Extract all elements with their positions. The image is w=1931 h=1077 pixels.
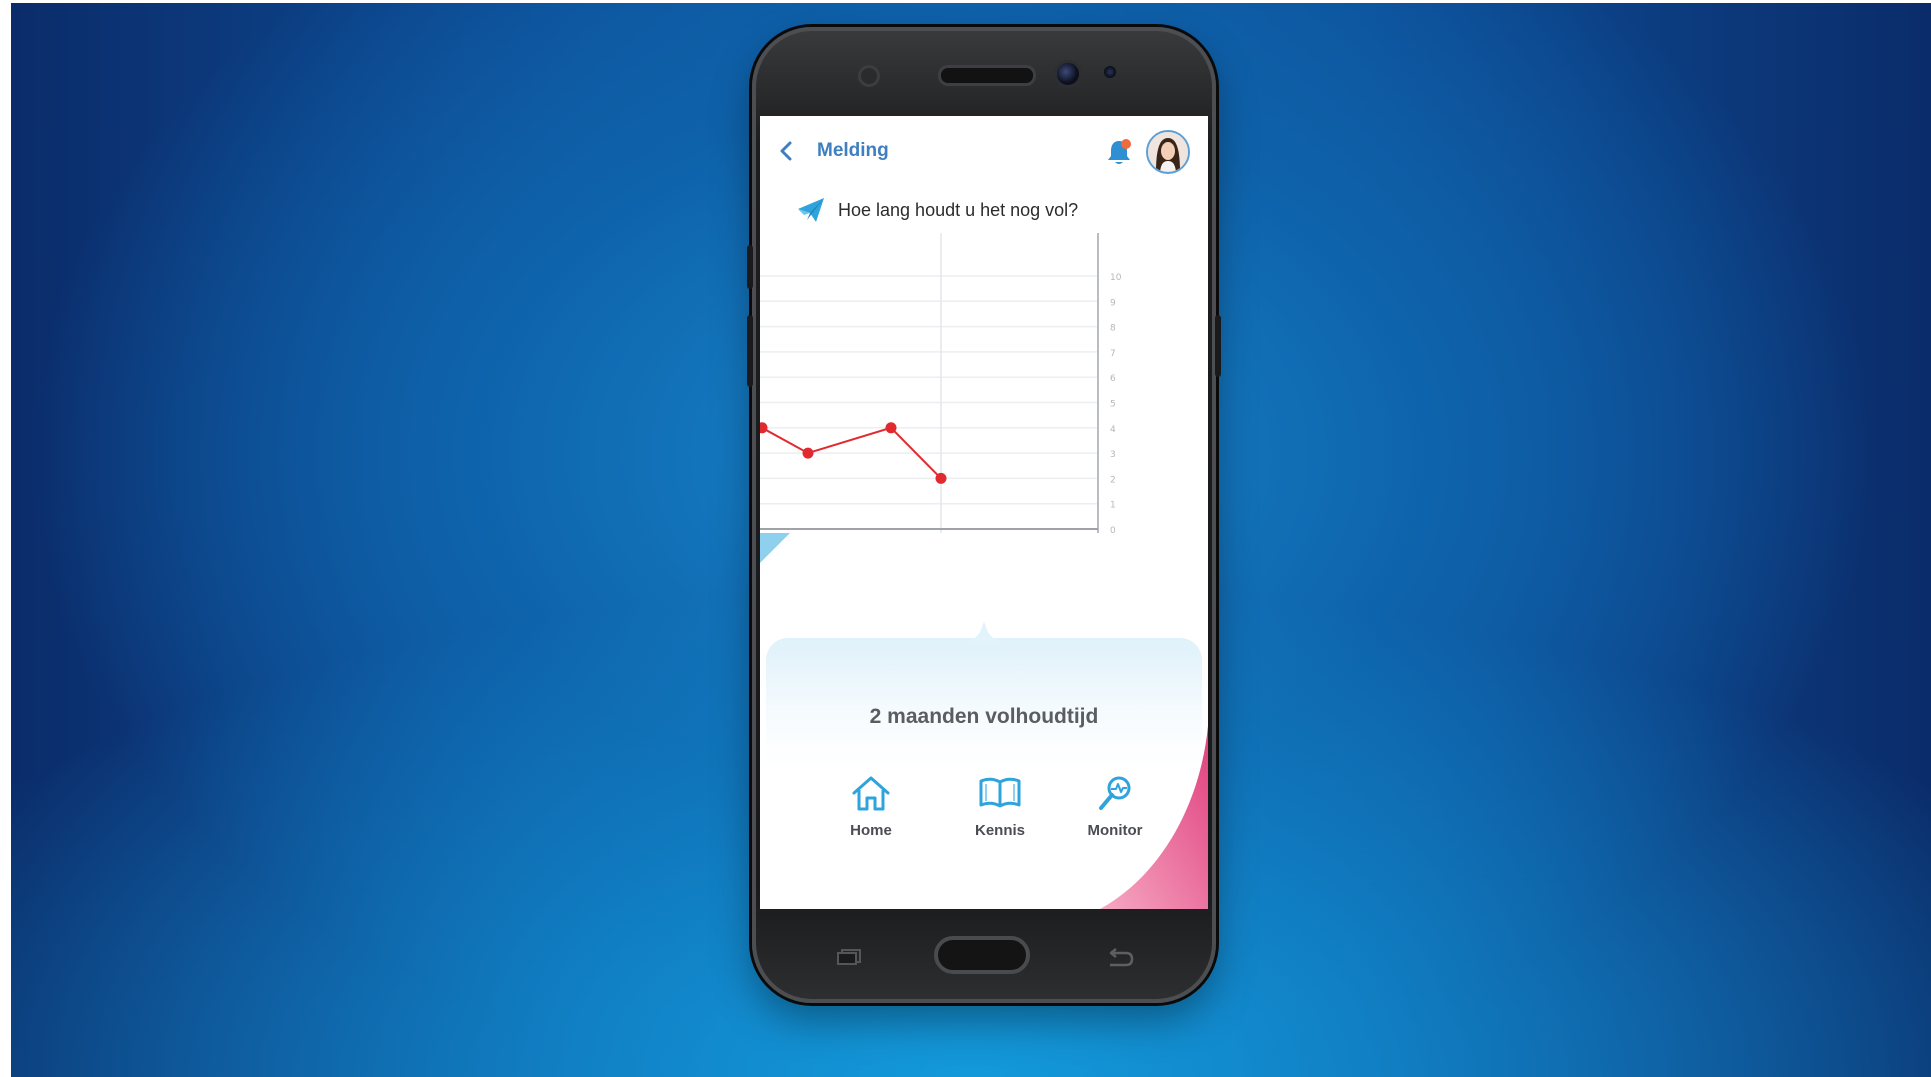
iris-scanner: [1104, 66, 1116, 78]
monitor-icon: [1099, 776, 1131, 810]
y-tick-label: 10: [1110, 273, 1122, 283]
user-avatar[interactable]: [1146, 130, 1190, 174]
summary-text: 2 maanden volhoudtijd: [869, 705, 1099, 728]
back-key-icon[interactable]: [1106, 947, 1134, 967]
nav-monitor-label: Monitor: [1087, 822, 1143, 839]
notification-bell-icon[interactable]: [1105, 137, 1133, 167]
page-title: Melding: [817, 140, 889, 161]
proximity-sensor: [858, 65, 880, 87]
recent-apps-key-icon[interactable]: [836, 949, 862, 965]
chart-grid: [760, 275, 1098, 505]
y-tick-label: 3: [1110, 450, 1116, 460]
y-tick-label: 0: [1110, 526, 1116, 536]
question-text: Hoe lang houdt u het nog vol?: [838, 200, 1079, 220]
nav-home[interactable]: Home: [826, 774, 916, 839]
earpiece-speaker: [938, 65, 1036, 86]
volume-key: [747, 315, 753, 387]
data-point: [885, 422, 897, 434]
data-point: [802, 447, 814, 459]
back-arrow-icon[interactable]: [774, 138, 800, 164]
y-tick-label: 1: [1110, 501, 1116, 511]
nav-kennis-label: Kennis: [974, 822, 1025, 839]
app-screen: Melding Hoe lang houdt u het nog vol? 10…: [760, 116, 1208, 909]
card-pointer: [960, 621, 1008, 643]
chart-corner-tab: [760, 533, 790, 563]
volhoud-chart: 109876543210: [760, 233, 1122, 563]
book-icon: [979, 777, 1021, 808]
nav-kennis[interactable]: Kennis: [955, 774, 1045, 839]
data-point: [760, 422, 768, 434]
nav-home-label: Home: [850, 822, 892, 839]
nav-monitor[interactable]: Monitor: [1070, 774, 1160, 839]
avatar-portrait: [1148, 132, 1188, 172]
y-tick-label: 5: [1110, 400, 1116, 410]
phone-frame: Melding Hoe lang houdt u het nog vol? 10…: [747, 27, 1221, 1003]
power-key: [1215, 315, 1221, 377]
front-camera: [1054, 60, 1082, 88]
y-tick-label: 6: [1110, 374, 1116, 384]
y-tick-label: 9: [1110, 298, 1116, 308]
y-tick-labels: 109876543210: [1110, 273, 1122, 536]
home-icon: [852, 776, 890, 811]
hardware-home-button[interactable]: [934, 936, 1030, 974]
background: Melding Hoe lang houdt u het nog vol? 10…: [11, 3, 1931, 1077]
y-tick-label: 4: [1110, 425, 1116, 435]
bixby-key: [747, 245, 753, 289]
y-tick-label: 8: [1110, 324, 1116, 334]
data-point: [935, 472, 947, 484]
y-tick-label: 7: [1110, 349, 1116, 359]
y-tick-label: 2: [1110, 475, 1116, 485]
paper-plane-icon: [798, 198, 824, 222]
